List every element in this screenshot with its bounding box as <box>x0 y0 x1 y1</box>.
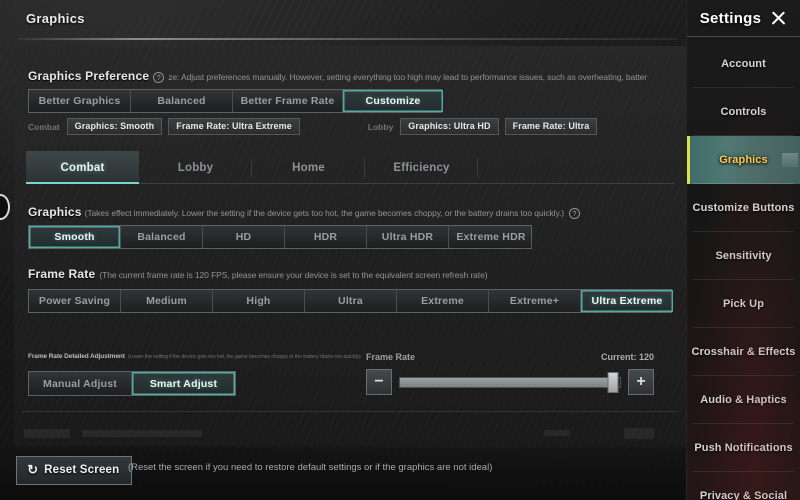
section-divider <box>22 411 678 412</box>
frame-rate-option-medium[interactable]: Medium <box>121 290 213 312</box>
sidebar-item-label: Graphics <box>719 154 768 166</box>
reset-screen-description: (Reset the screen if you need to restore… <box>128 462 493 473</box>
frame-rate-label: Frame Rate <box>28 267 96 281</box>
sidebar-header: Settings <box>687 0 800 36</box>
graphics-option-balanced[interactable]: Balanced <box>121 226 203 248</box>
sidebar-item-push-notifications[interactable]: Push Notifications <box>687 424 800 472</box>
sidebar-title: Settings <box>699 9 762 27</box>
graphics-preference-options: Better Graphics Balanced Better Frame Rate… <box>14 89 686 113</box>
sidebar-item-graphics[interactable]: Graphics <box>687 136 800 184</box>
graphics-option-hd[interactable]: HD <box>203 226 285 248</box>
close-icon[interactable] <box>769 9 787 27</box>
sidebar-item-label: Push Notifications <box>694 442 793 454</box>
graphics-label: Graphics <box>28 205 82 219</box>
reset-screen-label: Reset Screen <box>44 464 120 476</box>
preference-option-customize[interactable]: Customize <box>343 90 443 112</box>
tab-lobby[interactable]: Lobby <box>139 151 252 184</box>
sidebar-item-account[interactable]: Account <box>687 40 800 88</box>
graphics-preference-description: ze: Adjust preferences manually. However… <box>168 72 647 82</box>
sidebar-item-label: Crosshair & Effects <box>691 346 796 358</box>
preference-option-group[interactable]: Better Graphics Balanced Better Frame Rate… <box>28 89 443 113</box>
frame-rate-option-extreme[interactable]: Extreme+ <box>489 290 581 312</box>
sidebar-header-divider <box>687 36 800 37</box>
summary-key-lobby: Lobby <box>367 121 394 132</box>
minus-icon[interactable]: − <box>366 369 392 395</box>
adjust-mode-smart-adjust[interactable]: Smart Adjust <box>132 372 235 395</box>
sidebar-item-customize-buttons[interactable]: Customize Buttons <box>687 184 800 232</box>
frame-rate-description: (The current frame rate is 120 FPS, plea… <box>99 270 488 280</box>
preference-summary: Combat Graphics: Smooth Frame Rate: Ultra … <box>14 118 686 135</box>
sidebar-item-label: Controls <box>720 106 767 118</box>
frame-rate-option-ultra-extreme[interactable]: Ultra Extreme <box>581 290 673 312</box>
adjust-mode-manual-adjust[interactable]: Manual Adjust <box>29 372 132 395</box>
graphics-section: Graphics (Takes effect immediately. Lowe… <box>14 205 686 219</box>
scene-tabs: Combat Lobby Home Efficiency <box>14 151 686 184</box>
sidebar-item-label: Account <box>721 58 766 70</box>
sidebar-item-label: Customize Buttons <box>692 202 795 214</box>
summary-chip-graphics-smooth: Graphics: Smooth <box>66 118 163 135</box>
graphics-option-group[interactable]: Smooth Balanced HD HDR Ultra HDR Extreme HDR <box>28 225 533 249</box>
frame-rate-option-extreme[interactable]: Extreme <box>397 290 489 312</box>
sidebar-item-pick-up[interactable]: Pick Up <box>687 280 800 328</box>
preference-option-better-frame-rate[interactable]: Better Frame Rate <box>233 90 343 112</box>
sidebar-item-crosshair-effects[interactable]: Crosshair & Effects <box>687 328 800 376</box>
graphics-option-hdr[interactable]: HDR <box>285 226 367 248</box>
sidebar-item-label: Sensitivity <box>715 250 772 262</box>
sidebar-item-sensitivity[interactable]: Sensitivity <box>687 232 800 280</box>
slider-fill <box>400 377 614 387</box>
frame-rate-option-high[interactable]: High <box>213 290 305 312</box>
sidebar-item-label: Pick Up <box>722 298 765 310</box>
active-tab-underline <box>26 182 139 184</box>
summary-chip-frame-rate-ultra: Frame Rate: Ultra <box>504 118 598 135</box>
question-circle-icon[interactable]: ? <box>153 72 165 83</box>
graphics-preference-label: Graphics Preference <box>28 69 150 83</box>
header-divider <box>18 38 678 40</box>
preference-option-balanced[interactable]: Balanced <box>131 90 233 112</box>
frame-rate-slider-track[interactable] <box>399 371 621 393</box>
sidebar-item-controls[interactable]: Controls <box>687 88 800 136</box>
reset-screen-button[interactable]: ↺ Reset Screen <box>16 456 133 485</box>
adjust-mode-group[interactable]: Manual Adjust Smart Adjust <box>28 371 236 396</box>
sidebar-item-privacy-social[interactable]: Privacy & Social <box>687 472 800 500</box>
settings-sidebar: Settings Account Controls Graphics Customiz… <box>686 0 800 500</box>
frame-rate-option-group[interactable]: Power Saving Medium High Ultra Extreme Extrem… <box>28 289 673 313</box>
settings-panel: Graphics Preference ? ze: Adjust prefere… <box>14 46 686 446</box>
frame-rate-section: Frame Rate (The current frame rate is 12… <box>14 267 686 281</box>
tab-combat[interactable]: Combat <box>26 151 139 184</box>
detailed-adjustment-description: (Lower the setting if the device gets to… <box>127 354 361 360</box>
graphics-description: (Takes effect immediately. Lower the set… <box>84 208 564 218</box>
plus-icon[interactable]: + <box>628 369 654 395</box>
graphics-option-extreme-hdr[interactable]: Extreme HDR <box>449 226 533 248</box>
frame-rate-slider-block: Frame Rate Current: 120 − + <box>366 352 666 395</box>
undo-icon: ↺ <box>27 462 39 477</box>
graphics-preference-section: Graphics Preference ? ze: Adjust prefere… <box>14 69 686 83</box>
slider-label: Frame Rate <box>366 352 416 362</box>
tab-bar[interactable]: Combat Lobby Home Efficiency <box>26 151 674 184</box>
graphics-options: Smooth Balanced HD HDR Ultra HDR Extreme HDR <box>14 225 686 249</box>
frame-rate-options: Power Saving Medium High Ultra Extreme Extrem… <box>14 289 686 313</box>
next-setting-row-partial <box>24 425 676 446</box>
graphics-option-smooth[interactable]: Smooth <box>29 226 121 248</box>
question-circle-icon[interactable]: ? <box>568 208 580 219</box>
summary-chip-graphics-ultra-hd: Graphics: Ultra HD <box>400 118 499 135</box>
tab-home[interactable]: Home <box>252 151 365 184</box>
graphics-option-ultra-hdr[interactable]: Ultra HDR <box>367 226 449 248</box>
sidebar-item-label: Privacy & Social <box>699 490 788 500</box>
tab-efficiency[interactable]: Efficiency <box>365 151 478 184</box>
page-header: Graphics <box>0 0 686 42</box>
frame-rate-option-ultra[interactable]: Ultra <box>305 290 397 312</box>
frame-rate-option-power-saving[interactable]: Power Saving <box>29 290 121 312</box>
preference-option-better-graphics[interactable]: Better Graphics <box>29 90 131 112</box>
sidebar-item-label: Audio & Haptics <box>700 394 787 406</box>
sidebar-item-audio-haptics[interactable]: Audio & Haptics <box>687 376 800 424</box>
sidebar-nav-list[interactable]: Account Controls Graphics Customize Buttons… <box>687 40 800 500</box>
detailed-adjustment-label: Frame Rate Detailed Adjustment <box>28 353 125 360</box>
monitor-icon <box>782 153 798 167</box>
page-title: Graphics <box>26 11 85 26</box>
summary-key-combat: Combat <box>28 121 60 132</box>
slider-knob[interactable] <box>607 371 619 393</box>
summary-chip-frame-rate-ultra-extreme: Frame Rate: Ultra Extreme <box>168 118 300 135</box>
slider-current-value: Current: 120 <box>600 352 654 362</box>
